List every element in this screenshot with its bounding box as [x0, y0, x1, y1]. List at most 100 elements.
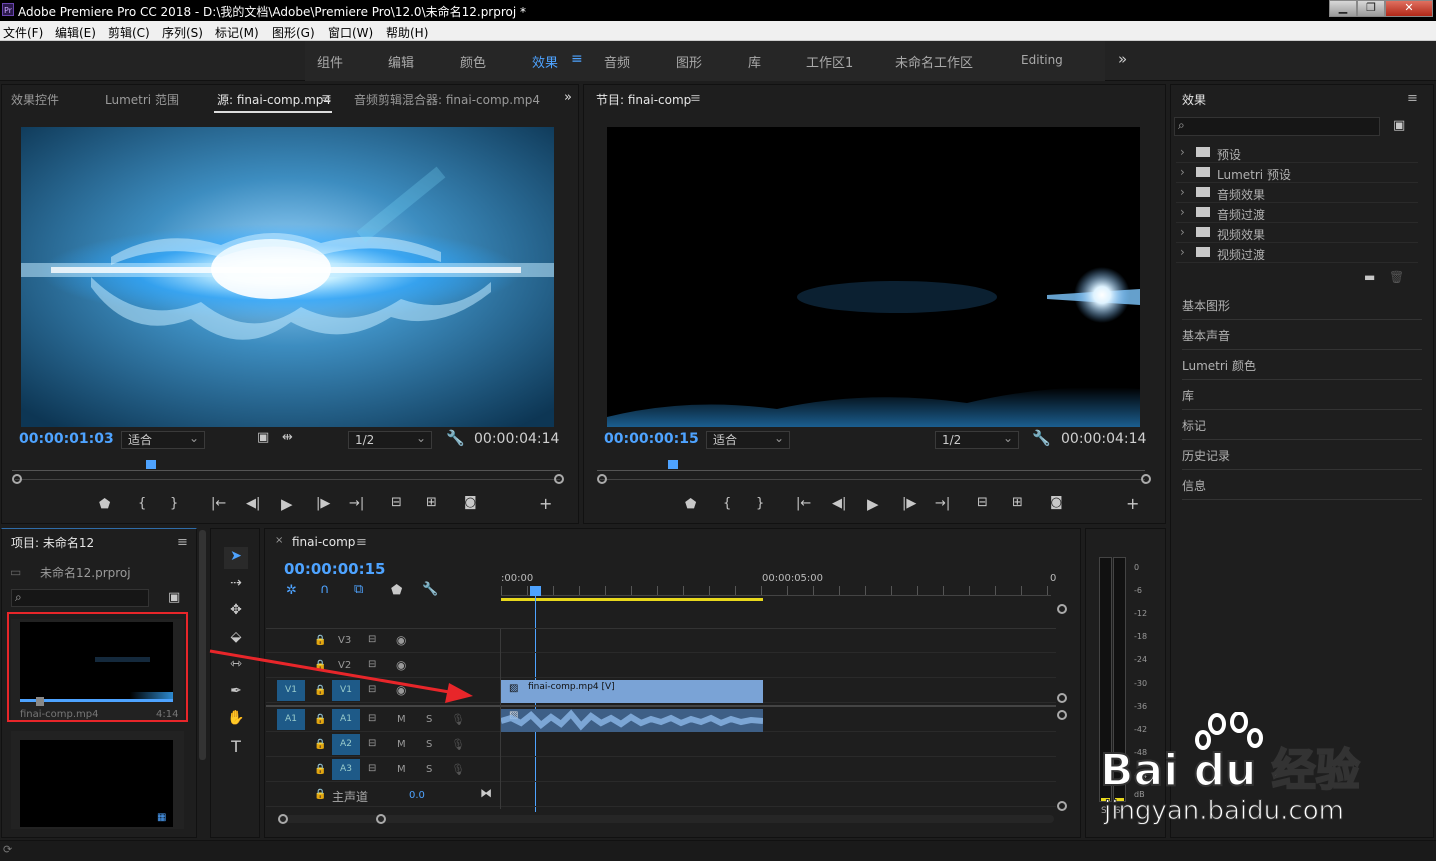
hand-tool-icon[interactable]: ✋ [226, 710, 246, 726]
ripple-edit-tool-icon[interactable]: ✥ [226, 602, 246, 618]
program-zoom-handle-left[interactable] [597, 474, 607, 484]
timeline-zoom-handle-right[interactable] [376, 814, 386, 824]
selection-tool-icon[interactable]: ➤ [226, 548, 246, 564]
effects-tree-video-effects[interactable]: › 视频效果 [1176, 223, 1418, 243]
source-overwrite-icon[interactable]: ⊞ [426, 495, 437, 510]
menu-clip[interactable]: 剪辑(C) [108, 24, 150, 41]
menu-graphics[interactable]: 图形(G) [272, 24, 315, 41]
video-scroll-handle-bottom[interactable] [1057, 693, 1067, 703]
program-timecode[interactable]: 00:00:00:15 [604, 431, 699, 447]
track-label[interactable]: A3 [332, 759, 360, 780]
program-time-ruler[interactable] [597, 470, 1145, 471]
linked-selection-icon[interactable]: ⧉ [354, 582, 363, 597]
source-mark-out-icon[interactable]: } [170, 496, 178, 511]
maximize-icon[interactable]: ❐ [1357, 0, 1385, 17]
tab-program[interactable]: 节目: finai-comp [596, 91, 691, 108]
section-info[interactable]: 信息 [1182, 470, 1422, 500]
workspace-color[interactable]: 颜色 [460, 52, 486, 71]
program-fit-select[interactable]: 适合 [706, 430, 790, 449]
program-mark-in-icon[interactable]: { [723, 496, 731, 511]
effects-tree-presets[interactable]: › 预设 [1176, 143, 1418, 163]
source-fit-select[interactable]: 适合 [121, 430, 205, 449]
sync-lock-icon[interactable]: ⊟ [368, 634, 376, 645]
nest-toggle-icon[interactable]: ✲ [286, 583, 297, 598]
source-menu-icon[interactable]: ≡ [321, 91, 332, 106]
effects-menu-icon[interactable]: ≡ [1407, 91, 1418, 106]
effects-search-input[interactable]: ⌕ [1174, 117, 1380, 136]
program-step-forward-icon[interactable]: |▶ [902, 496, 916, 511]
type-tool-icon[interactable]: T [226, 737, 246, 756]
source-settings-icon[interactable]: ▣ [257, 430, 269, 445]
audio-scroll-handle-bottom[interactable] [1057, 801, 1067, 811]
source-wrench-icon[interactable]: 🔧 [446, 429, 465, 447]
lock-icon[interactable]: 🔒 [314, 789, 326, 800]
program-menu-icon[interactable]: ≡ [690, 91, 701, 106]
solo-button[interactable]: S [426, 739, 432, 750]
new-custom-bin-icon[interactable]: ▣ [1393, 118, 1405, 133]
tab-source[interactable]: 源: finai-comp.mp4 [217, 91, 331, 108]
project-find-icon[interactable]: ▣ [168, 590, 180, 605]
workspace-untitled[interactable]: 未命名工作区 [895, 52, 973, 71]
source-zoom-handle-left[interactable] [12, 474, 22, 484]
video-clip[interactable]: ▨ finai-comp.mp4 [V] [501, 680, 763, 703]
source-step-back-icon[interactable]: ◀| [246, 496, 260, 511]
tab-audio-clip-mixer[interactable]: 音频剪辑混合器: finai-comp.mp4 [354, 91, 540, 108]
workspace-libraries[interactable]: 库 [748, 52, 761, 71]
section-markers[interactable]: 标记 [1182, 410, 1422, 440]
mute-button[interactable]: M [397, 714, 406, 725]
mic-icon[interactable]: 🎙 [451, 763, 465, 776]
program-zoom-bar[interactable] [600, 479, 1145, 480]
source-go-to-out-icon[interactable]: →| [349, 496, 364, 511]
new-bin-icon[interactable]: ▬ [1364, 270, 1375, 284]
menu-file[interactable]: 文件(F) [3, 24, 43, 41]
mute-button[interactable]: M [397, 739, 406, 750]
lock-icon[interactable]: 🔒 [314, 714, 326, 725]
work-area-bar[interactable] [501, 598, 763, 601]
menu-help[interactable]: 帮助(H) [386, 24, 428, 41]
workspace-effects[interactable]: 效果 [532, 52, 558, 71]
mic-icon[interactable]: 🎙 [451, 713, 465, 726]
program-step-back-icon[interactable]: ◀| [832, 496, 846, 511]
sync-status-icon[interactable]: ⟳ [3, 843, 12, 856]
audio-scroll-handle-top[interactable] [1057, 710, 1067, 720]
sync-lock-icon[interactable]: ⊟ [368, 763, 376, 774]
track-label[interactable]: A2 [332, 734, 360, 755]
track-label[interactable]: A1 [332, 709, 360, 730]
program-go-to-out-icon[interactable]: →| [935, 496, 950, 511]
effects-tree-audio-transitions[interactable]: › 音频过渡 [1176, 203, 1418, 223]
workspace-menu-icon[interactable]: ≡ [571, 51, 583, 67]
source-time-ruler[interactable] [12, 470, 560, 471]
lock-icon[interactable]: 🔒 [314, 739, 326, 750]
audio-clip[interactable]: ▨ [501, 709, 763, 732]
delete-icon[interactable]: 🗑 [1389, 270, 1404, 284]
solo-button[interactable]: S [426, 764, 432, 775]
workspace-assembly[interactable]: 组件 [317, 52, 343, 71]
video-scroll-handle-top[interactable] [1057, 604, 1067, 614]
project-menu-icon[interactable]: ≡ [177, 535, 188, 550]
section-lumetri-color[interactable]: Lumetri 颜色 [1182, 350, 1422, 380]
sync-lock-icon[interactable]: ⊟ [368, 713, 376, 724]
program-export-frame-icon[interactable]: ◙ [1050, 495, 1063, 510]
mic-icon[interactable]: 🎙 [451, 738, 465, 751]
source-add-marker-icon[interactable]: ⬟ [99, 497, 110, 512]
source-patch-a1[interactable]: A1 [277, 709, 305, 730]
timeline-horizontal-scrollbar[interactable] [278, 815, 1054, 823]
workspace-audio[interactable]: 音频 [604, 52, 630, 71]
minimize-icon[interactable]: ▁ [1329, 0, 1357, 17]
master-volume-value[interactable]: 0.0 [409, 790, 425, 801]
source-insert-icon[interactable]: ⊟ [391, 495, 402, 510]
solo-button[interactable]: S [426, 714, 432, 725]
source-step-forward-icon[interactable]: |▶ [316, 496, 330, 511]
program-play-icon[interactable]: ▶ [867, 495, 879, 513]
razor-tool-icon[interactable]: ⬙ [226, 629, 246, 645]
timeline-timecode[interactable]: 00:00:00:15 [284, 560, 386, 578]
source-add-button-icon[interactable]: + [539, 494, 552, 513]
source-zoom-handle-right[interactable] [554, 474, 564, 484]
project-sequence-thumbnail[interactable]: ▦ [11, 731, 184, 829]
source-resolution-select[interactable]: 1/2 [348, 430, 432, 449]
program-add-marker-icon[interactable]: ⬟ [685, 497, 696, 512]
sync-lock-icon[interactable]: ⊟ [368, 738, 376, 749]
section-essential-sound[interactable]: 基本声音 [1182, 320, 1422, 350]
source-zoom-bar[interactable] [15, 479, 560, 480]
section-libraries[interactable]: 库 [1182, 380, 1422, 410]
